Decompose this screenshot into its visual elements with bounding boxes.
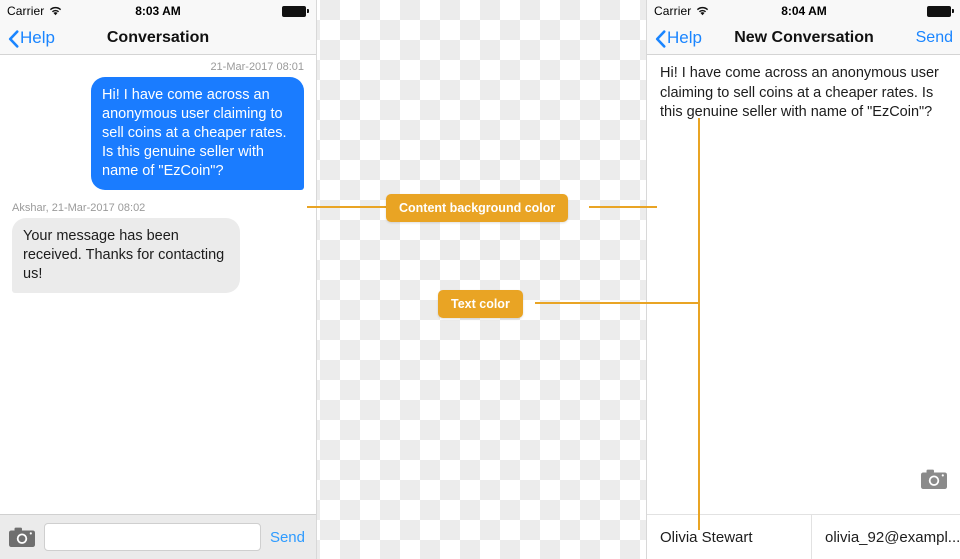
incoming-message-bubble: Your message has been received. Thanks f… [12,218,240,293]
recipient-row: Olivia Stewart olivia_92@exampl... [647,514,960,559]
camera-icon[interactable] [9,527,35,547]
compose-message-area[interactable]: Hi! I have come across an anonymous user… [647,55,960,503]
message-timestamp: 21-Mar-2017 08:01 [210,61,304,73]
send-button[interactable]: Send [270,529,307,546]
right-status-carrier-group: Carrier [654,4,709,18]
compose-text-value: Hi! I have come across an anonymous user… [660,65,943,120]
wifi-icon [696,6,709,16]
left-nav-bar: Help Conversation [0,22,316,55]
back-to-help-button[interactable]: Help [655,28,702,48]
right-phone-new-conversation-screen: Carrier 8:04 AM Help New Conversation Se… [646,0,960,559]
text-color-callout[interactable]: Text color [438,290,523,318]
chevron-left-icon [8,29,19,48]
chevron-left-icon [655,29,666,48]
message-input[interactable] [44,523,261,551]
content-background-leader-left [307,206,387,208]
left-status-bar: Carrier 8:03 AM [0,0,316,22]
message-sender-timestamp: Akshar, 21-Mar-2017 08:02 [12,202,146,214]
send-button[interactable]: Send [916,29,953,47]
right-status-bar: Carrier 8:04 AM [647,0,960,22]
annotated-screenshot-canvas: Carrier 8:03 AM Help Conversation 21-Mar… [0,0,960,559]
recipient-name[interactable]: Olivia Stewart [647,515,812,559]
right-nav-bar: Help New Conversation Send [647,22,960,55]
back-button-label: Help [667,28,702,47]
left-phone-conversation-screen: Carrier 8:03 AM Help Conversation 21-Mar… [0,0,317,559]
conversation-message-list[interactable]: 21-Mar-2017 08:01 Hi! I have come across… [0,55,316,503]
battery-full-icon [282,5,309,17]
back-to-help-button[interactable]: Help [8,28,55,48]
back-button-label: Help [20,28,55,47]
carrier-label: Carrier [7,4,45,18]
carrier-label: Carrier [654,4,692,18]
wifi-icon [49,6,62,16]
left-compose-toolbar: Send [0,514,316,559]
outgoing-message-bubble: Hi! I have come across an anonymous user… [91,77,304,190]
battery-full-icon [927,5,954,17]
camera-icon[interactable] [921,469,947,489]
content-background-color-callout[interactable]: Content background color [386,194,569,222]
left-status-carrier-group: Carrier [7,4,62,18]
recipient-email[interactable]: olivia_92@exampl... [812,515,960,559]
